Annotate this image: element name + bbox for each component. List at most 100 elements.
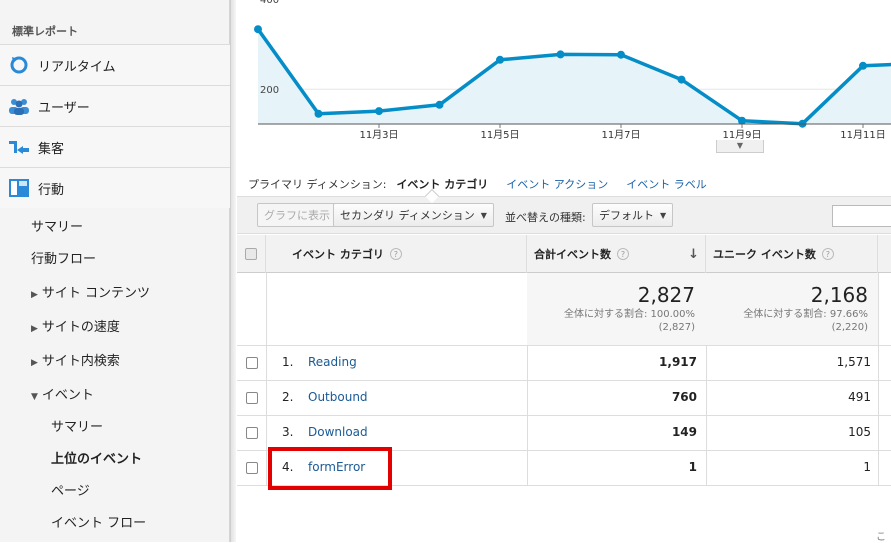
sidebar-item-users[interactable]: ユーザー bbox=[0, 85, 230, 126]
data-point bbox=[556, 50, 565, 59]
chart-collapse-handle[interactable]: ▼ bbox=[716, 140, 764, 153]
plot-rows-button[interactable]: グラフに表示 bbox=[257, 203, 337, 227]
sidebar-item-label: ユーザー bbox=[38, 100, 90, 116]
row-checkbox[interactable] bbox=[246, 357, 258, 369]
header-unique-events-label: ユニーク イベント数 bbox=[713, 248, 816, 261]
secondary-dimension-label: セカンダリ ディメンション bbox=[340, 209, 475, 222]
select-all-checkbox[interactable] bbox=[245, 248, 257, 260]
row-event-category-link[interactable]: Download bbox=[308, 425, 368, 439]
help-icon[interactable]: ? bbox=[389, 248, 402, 260]
sidebar-item-label: 集客 bbox=[38, 141, 65, 157]
sidebar: 標準レポート リアルタイム ユーザー 集客 行動 サマリー 行動フロー ▶ サイト… bbox=[0, 0, 230, 542]
total-events-overall: (2,827) bbox=[658, 322, 695, 333]
data-point bbox=[375, 107, 383, 116]
col-divider bbox=[266, 273, 267, 485]
sidebar-sub-site-search[interactable]: ▶ サイト内検索 bbox=[31, 350, 120, 369]
sidebar-sub-summary[interactable]: サマリー bbox=[31, 216, 83, 235]
chevron-down-icon: ▼ bbox=[660, 210, 667, 220]
y-tick-label: 400 bbox=[260, 0, 279, 6]
highlight-annotation bbox=[268, 447, 392, 490]
sidebar-sub-flow[interactable]: 行動フロー bbox=[31, 248, 96, 267]
secondary-dimension-dropdown[interactable]: セカンダリ ディメンション ▼ bbox=[333, 203, 494, 227]
area-fill bbox=[258, 29, 891, 124]
select-all-cell bbox=[237, 235, 266, 273]
sidebar-sub-events-summary[interactable]: サマリー bbox=[51, 416, 103, 435]
sidebar-sub-events-flow[interactable]: イベント フロー bbox=[51, 512, 146, 531]
chevron-down-icon: ▼ bbox=[480, 210, 487, 220]
row-event-category-link[interactable]: Reading bbox=[308, 355, 357, 369]
col-divider bbox=[878, 273, 879, 485]
sidebar-item-behavior[interactable]: 行動 bbox=[0, 167, 230, 208]
header-total-events-label: 合計イベント数 bbox=[534, 248, 611, 261]
help-icon[interactable]: ? bbox=[821, 248, 834, 260]
total-events-value: 2,827 bbox=[637, 283, 695, 307]
triangle-right-icon: ▶ bbox=[31, 358, 38, 368]
sort-type-value: デフォルト bbox=[599, 209, 654, 222]
row-number: 2. bbox=[282, 390, 294, 404]
sidebar-item-realtime[interactable]: リアルタイム bbox=[0, 44, 230, 85]
row-divider bbox=[237, 345, 891, 346]
acquisition-icon bbox=[8, 136, 30, 158]
row-total-events: 1,917 bbox=[659, 355, 697, 369]
sidebar-item-acquisition[interactable]: 集客 bbox=[0, 126, 230, 167]
events-chart: 11月3日 11月5日 11月7日 11月9日 11月11日 200 400 ▼ bbox=[236, 0, 891, 160]
sidebar-item-label: 行動 bbox=[38, 182, 65, 198]
header-category-label: イベント カテゴリ bbox=[292, 248, 384, 261]
footer-text: こ bbox=[876, 532, 886, 543]
dimension-event-action[interactable]: イベント アクション bbox=[506, 176, 608, 192]
realtime-icon bbox=[8, 54, 30, 76]
x-tick-label: 11月5日 bbox=[480, 129, 519, 141]
sidebar-sub-site-speed[interactable]: ▶ サイトの速度 bbox=[31, 316, 120, 335]
data-point bbox=[435, 100, 444, 109]
sidebar-sub-label: サイトの速度 bbox=[41, 320, 120, 335]
row-total-events: 149 bbox=[671, 425, 697, 439]
chart-svg: 11月3日 11月5日 11月7日 11月9日 11月11日200400 bbox=[254, 0, 891, 141]
row-checkbox[interactable] bbox=[246, 462, 258, 474]
sidebar-sub-label: サイト内検索 bbox=[41, 354, 120, 369]
behavior-icon bbox=[8, 177, 30, 199]
sort-type-label: 並べ替えの種類: bbox=[505, 211, 586, 224]
data-point bbox=[314, 109, 323, 118]
help-icon[interactable]: ? bbox=[617, 248, 629, 260]
row-total-events: 760 bbox=[671, 390, 697, 404]
data-point bbox=[859, 61, 867, 70]
header-unique-events[interactable]: ユニーク イベント数 ? bbox=[706, 235, 878, 273]
dimension-event-category[interactable]: イベント カテゴリ bbox=[396, 176, 488, 192]
row-divider bbox=[237, 380, 891, 381]
table-header: イベント カテゴリ ? 合計イベント数 ? ↓ ユニーク イベント数 ? bbox=[237, 235, 891, 273]
unique-events-percent: 全体に対する割合: 97.66% bbox=[743, 309, 868, 320]
sidebar-sub-site-content[interactable]: ▶ サイト コンテンツ bbox=[31, 282, 150, 301]
primary-dimension-label: プライマリ ディメンション: bbox=[248, 178, 387, 191]
sort-type-dropdown[interactable]: デフォルト ▼ bbox=[592, 203, 674, 227]
x-tick-label: 11月7日 bbox=[601, 129, 640, 141]
sidebar-sub-label: イベント bbox=[41, 388, 94, 403]
sidebar-sub-events-pages[interactable]: ページ bbox=[51, 480, 90, 499]
row-event-category-link[interactable]: Outbound bbox=[308, 390, 368, 404]
row-total-events: 1 bbox=[688, 460, 697, 474]
header-category[interactable]: イベント カテゴリ ? bbox=[266, 235, 527, 273]
triangle-down-icon: ▼ bbox=[31, 392, 38, 402]
sidebar-sub-label: サイト コンテンツ bbox=[41, 286, 151, 301]
table-search-input[interactable] bbox=[832, 205, 891, 227]
table-toolbar: グラフに表示 セカンダリ ディメンション ▼ 並べ替えの種類: デフォルト ▼ bbox=[237, 196, 891, 234]
data-point bbox=[496, 55, 504, 64]
sidebar-sub-events[interactable]: ▼ イベント bbox=[31, 384, 94, 403]
data-point bbox=[254, 25, 262, 34]
sidebar-item-label: リアルタイム bbox=[38, 59, 116, 75]
sidebar-sub-top-events[interactable]: 上位のイベント bbox=[51, 448, 142, 467]
data-point bbox=[617, 50, 625, 59]
sidebar-heading: 標準レポート bbox=[12, 25, 78, 38]
row-number: 3. bbox=[282, 425, 294, 439]
x-tick-label: 11月11日 bbox=[840, 129, 885, 141]
dimension-event-label[interactable]: イベント ラベル bbox=[626, 176, 707, 192]
row-checkbox[interactable] bbox=[246, 392, 258, 404]
users-icon bbox=[8, 95, 30, 117]
triangle-right-icon: ▶ bbox=[31, 324, 38, 334]
dimension-bar: プライマリ ディメンション: イベント カテゴリ イベント アクション イベント… bbox=[248, 176, 707, 192]
total-events-percent: 全体に対する割合: 100.00% bbox=[563, 309, 695, 320]
unique-events-value: 2,168 bbox=[810, 283, 868, 307]
row-unique-events: 1,571 bbox=[836, 355, 871, 369]
row-unique-events: 1 bbox=[863, 460, 871, 474]
header-total-events[interactable]: 合計イベント数 ? ↓ bbox=[527, 235, 706, 273]
row-checkbox[interactable] bbox=[246, 427, 258, 439]
